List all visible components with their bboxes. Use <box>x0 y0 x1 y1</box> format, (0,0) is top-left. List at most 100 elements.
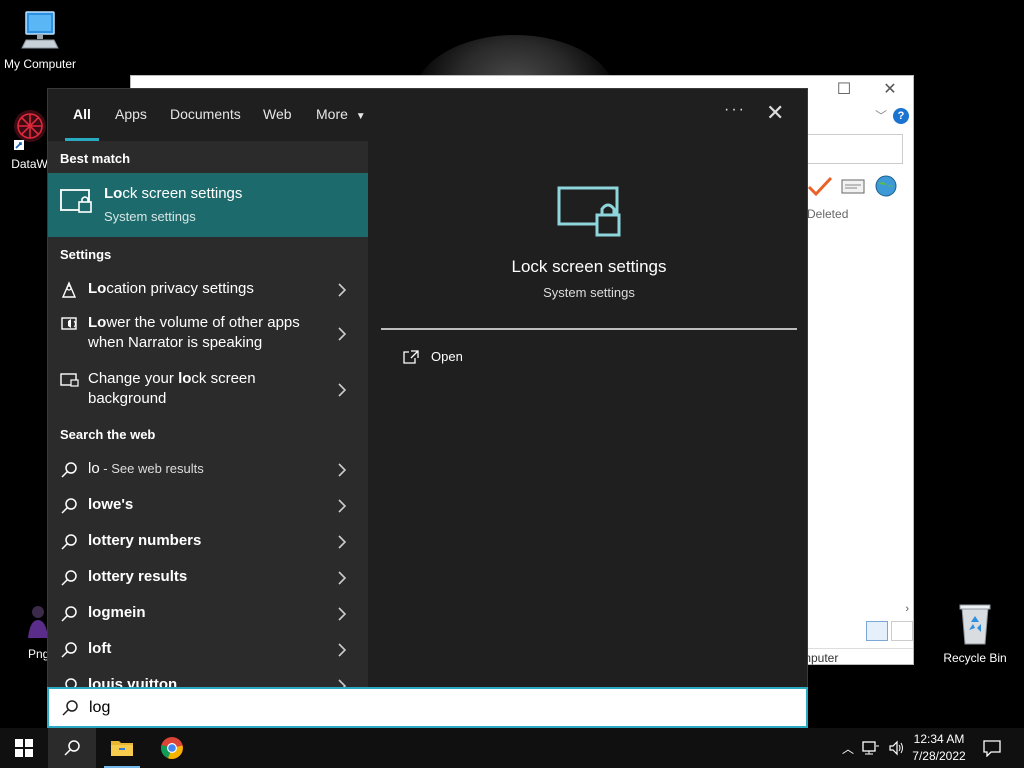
best-match-item[interactable]: Lock screen settings System settings <box>48 173 368 237</box>
list-item[interactable]: lottery numbers <box>48 525 368 557</box>
desktop-icon-my-computer[interactable]: My Computer <box>0 10 80 71</box>
search-web-heading: Search the web <box>60 427 156 442</box>
location-icon <box>60 281 78 304</box>
taskbar-clock[interactable]: 12:34 AM 7/28/2022 <box>906 731 972 765</box>
preview-title: Lock screen settings <box>511 257 667 276</box>
scroll-right-arrow[interactable]: › <box>807 603 913 619</box>
notification-icon <box>983 740 1001 757</box>
list-item-label: loft <box>88 640 112 657</box>
chevron-right-icon[interactable] <box>336 383 348 397</box>
list-item[interactable]: lottery results <box>48 561 368 593</box>
start-button[interactable] <box>0 728 48 768</box>
chevron-right-icon[interactable] <box>336 607 348 621</box>
chevron-right-icon[interactable] <box>336 535 348 549</box>
list-item-label: Lower the volume of other apps when Narr… <box>88 314 300 351</box>
tab-more[interactable]: More ▼ <box>316 89 366 141</box>
globe-icon[interactable] <box>873 174 899 198</box>
tab-all[interactable]: All <box>65 89 99 141</box>
status-bar-label: mputer <box>801 648 913 666</box>
list-item-label: lowe's <box>88 496 134 513</box>
action-center-button[interactable] <box>968 728 1016 768</box>
chevron-right-icon[interactable] <box>336 463 348 477</box>
open-action[interactable]: Open <box>403 349 463 364</box>
preview-subtitle: System settings <box>543 285 635 300</box>
search-icon <box>61 642 77 658</box>
lock-screen-icon <box>60 188 94 221</box>
best-match-title: Lock screen settings <box>104 185 243 202</box>
open-icon <box>403 349 419 364</box>
search-icon <box>62 700 78 716</box>
desktop: My Computer DataWag Png Recycle Bin ☐ ✕ … <box>0 0 1024 768</box>
search-icon <box>61 570 77 586</box>
more-options-icon[interactable]: ··· <box>724 101 746 119</box>
chevron-up-icon[interactable]: ︿ <box>838 740 858 757</box>
search-box[interactable] <box>47 687 808 728</box>
list-item[interactable]: Lower the volume of other apps when Narr… <box>48 311 368 359</box>
network-icon[interactable] <box>862 740 880 756</box>
envelope-icon[interactable] <box>841 177 865 195</box>
chevron-right-icon[interactable] <box>336 327 348 341</box>
folder-icon <box>111 741 133 756</box>
checkmark-icon[interactable] <box>807 175 833 197</box>
large-icons-view-button[interactable] <box>891 621 913 641</box>
taskbar-search-button[interactable] <box>48 728 96 768</box>
chevron-right-icon[interactable] <box>336 643 348 657</box>
close-icon[interactable]: ✕ <box>867 79 913 99</box>
search-input[interactable] <box>89 697 689 719</box>
windows-icon <box>15 739 33 757</box>
open-label: Open <box>431 349 463 364</box>
list-item[interactable]: louis vuitton <box>48 669 368 689</box>
close-icon[interactable]: ✕ <box>766 101 784 125</box>
chevron-right-icon[interactable] <box>336 499 348 513</box>
list-item[interactable]: logmein <box>48 597 368 629</box>
help-icon[interactable]: ? <box>893 108 909 124</box>
list-item-label: Change your lock screen background <box>88 370 256 407</box>
list-item[interactable]: lowe's <box>48 489 368 521</box>
list-item-label: Location privacy settings <box>88 280 254 297</box>
start-search-panel: All Apps Documents Web More ▼ ··· ✕ Best… <box>47 88 808 728</box>
search-tabs-bar: All Apps Documents Web More ▼ ··· ✕ <box>48 89 807 141</box>
toolbar <box>807 174 899 198</box>
list-item[interactable]: lo - See web results <box>48 453 368 485</box>
caret-down-icon: ▼ <box>355 111 366 122</box>
taskbar: ︿ 12:34 AM 7/28/2022 <box>0 728 1024 768</box>
address-field[interactable] <box>807 134 903 164</box>
tab-apps[interactable]: Apps <box>115 89 147 141</box>
clock-time: 12:34 AM <box>913 732 965 746</box>
divider <box>381 328 797 330</box>
desktop-icon-label: Recycle Bin <box>943 651 1007 665</box>
chevron-down-icon[interactable]: ﹀ <box>875 107 887 124</box>
best-match-subtitle: System settings <box>104 209 196 224</box>
search-icon <box>61 462 77 478</box>
desktop-icon-recycle-bin[interactable]: Recycle Bin <box>935 602 1015 665</box>
chrome-icon <box>161 737 183 759</box>
deleted-label: Deleted <box>807 207 849 221</box>
settings-heading: Settings <box>60 247 112 262</box>
tab-more-label: More <box>316 106 348 122</box>
computer-icon <box>0 10 80 55</box>
details-view-button[interactable] <box>866 621 888 641</box>
list-item[interactable]: Change your lock screen background <box>48 367 368 415</box>
taskbar-chrome[interactable] <box>148 728 196 768</box>
volume-icon[interactable] <box>888 740 906 756</box>
tab-web[interactable]: Web <box>263 89 292 141</box>
search-icon <box>64 740 80 756</box>
list-item-label: lottery results <box>88 568 188 585</box>
list-item[interactable]: loft <box>48 633 368 665</box>
best-match-heading: Best match <box>60 151 131 166</box>
clock-date: 7/28/2022 <box>912 749 966 763</box>
search-icon <box>61 498 77 514</box>
search-icon <box>61 534 77 550</box>
taskbar-file-explorer[interactable] <box>98 728 146 768</box>
search-icon <box>61 606 77 622</box>
lock-screen-large-icon <box>557 185 625 246</box>
chevron-right-icon[interactable] <box>336 283 348 297</box>
preview-pane: Lock screen settings System settings Ope… <box>381 153 797 689</box>
chevron-right-icon[interactable] <box>336 571 348 585</box>
maximize-icon[interactable]: ☐ <box>821 79 867 99</box>
list-item[interactable]: Location privacy settings <box>48 273 368 305</box>
tab-documents[interactable]: Documents <box>170 89 241 141</box>
list-item-label: logmein <box>88 604 146 621</box>
system-tray: ︿ <box>838 728 910 768</box>
lock-screen-small-icon <box>60 371 80 394</box>
